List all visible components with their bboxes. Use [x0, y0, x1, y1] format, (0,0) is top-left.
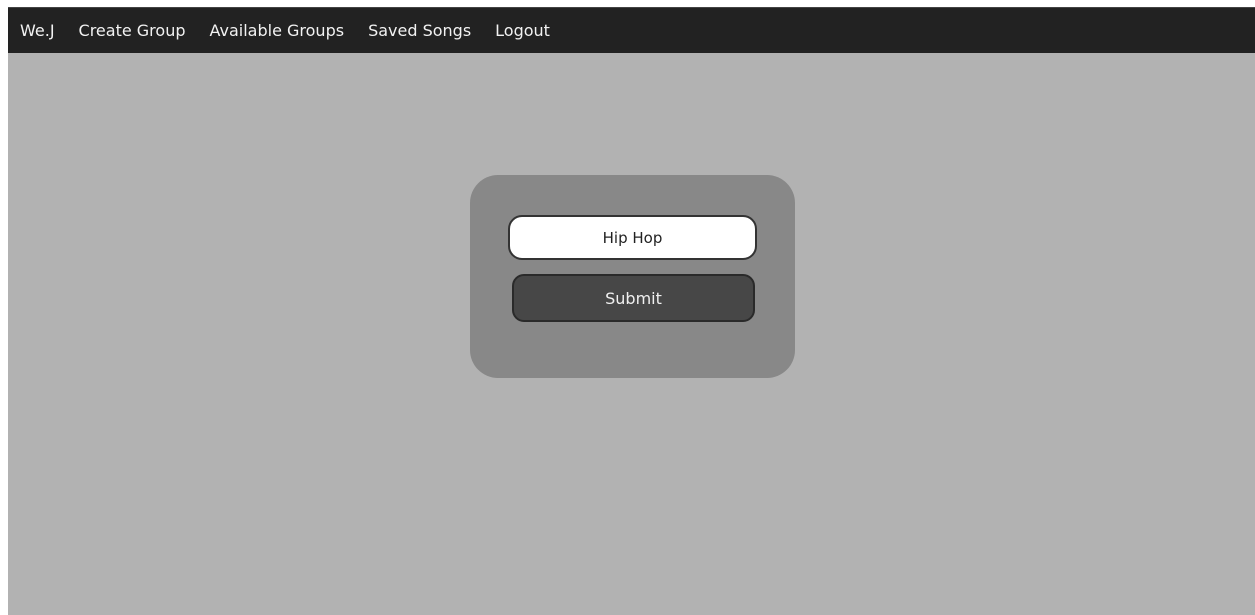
- nav-logout-link[interactable]: Logout: [483, 8, 562, 54]
- genre-form-card: Submit: [470, 175, 795, 378]
- top-navbar: We.J Create Group Available Groups Saved…: [8, 7, 1255, 53]
- nav-create-group-link[interactable]: Create Group: [67, 8, 198, 54]
- submit-button[interactable]: Submit: [512, 274, 755, 322]
- nav-saved-songs-link[interactable]: Saved Songs: [356, 8, 483, 54]
- genre-input[interactable]: [508, 215, 757, 260]
- nav-available-groups-link[interactable]: Available Groups: [198, 8, 357, 54]
- page-viewport: We.J Create Group Available Groups Saved…: [8, 7, 1255, 615]
- nav-brand-link[interactable]: We.J: [8, 8, 67, 54]
